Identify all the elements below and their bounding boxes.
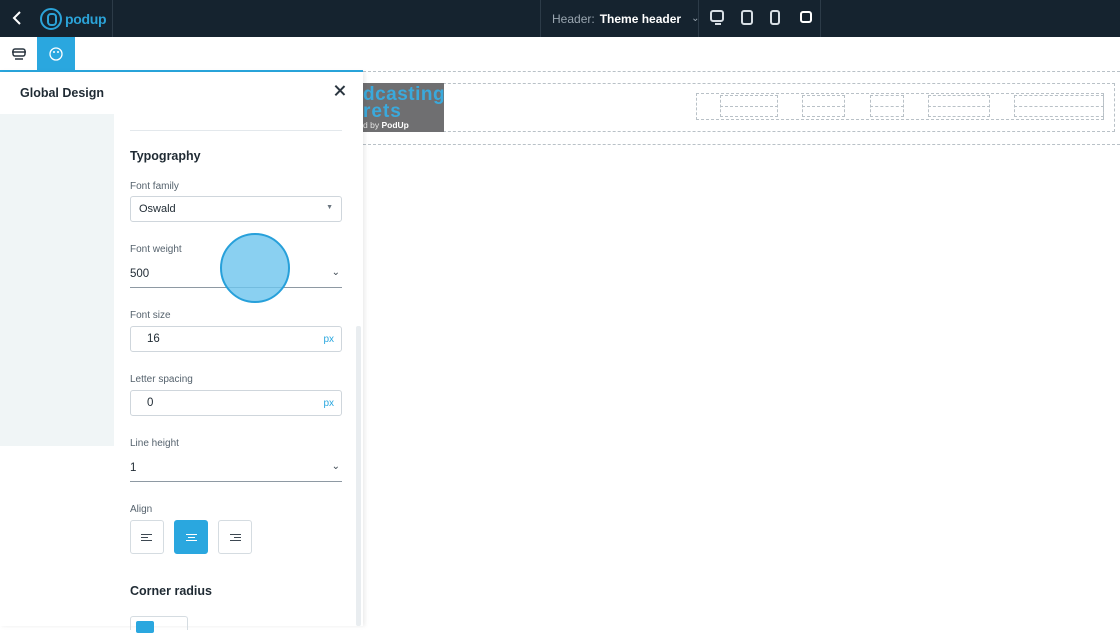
canvas-guide (928, 106, 990, 107)
touch-indicator (220, 233, 290, 303)
panel-title: Global Design (20, 86, 105, 100)
brand-tagline: d by PodUp (363, 120, 409, 130)
chevron-down-icon: ⌄ (331, 267, 340, 278)
canvas-guide (363, 71, 1120, 72)
divider (820, 0, 821, 37)
letter-spacing-input[interactable]: 0 px (130, 390, 342, 416)
font-family-label: Font family (130, 181, 179, 192)
canvas-guide (1014, 106, 1104, 107)
font-size-input[interactable]: 16 px (130, 326, 342, 352)
align-label: Align (130, 504, 153, 515)
podup-logo-icon (40, 8, 62, 30)
divider (130, 130, 342, 131)
letter-spacing-value: 0 (147, 397, 154, 409)
align-center-button[interactable] (174, 520, 208, 554)
font-family-value: Oswald (139, 203, 176, 215)
podup-logo[interactable]: podup (40, 6, 107, 32)
corner-radius-toggle[interactable] (136, 621, 154, 633)
canvas-guide (802, 106, 845, 107)
line-height-label: Line height (130, 438, 179, 449)
panel-sidebar (0, 114, 114, 446)
desktop-icon[interactable] (710, 10, 724, 25)
brand-logo-image[interactable]: dcasting rets d by PodUp (363, 83, 444, 132)
mobile-icon[interactable] (770, 10, 780, 25)
canvas-guide (720, 106, 778, 107)
back-button[interactable] (6, 6, 28, 30)
logo-text: podup (65, 11, 107, 27)
palette-icon (49, 47, 63, 61)
layers-icon (11, 48, 26, 60)
font-weight-value: 500 (130, 268, 150, 280)
letter-spacing-unit: px (323, 398, 334, 409)
header-selector-value: Theme header (599, 11, 682, 26)
align-left-icon (141, 533, 152, 535)
font-family-select[interactable]: Oswald ▼ (130, 196, 342, 222)
font-size-value: 16 (147, 333, 160, 345)
tablet-icon[interactable] (741, 10, 753, 25)
global-design-button[interactable] (37, 37, 75, 71)
caret-down-icon: ▼ (326, 204, 333, 211)
layers-button[interactable] (0, 37, 37, 71)
divider (540, 0, 541, 37)
line-height-select[interactable]: 1 ⌄ (130, 456, 342, 482)
align-right-button[interactable] (218, 520, 252, 554)
panel-scrollbar[interactable] (356, 326, 361, 626)
header-selector[interactable]: Header: Theme header ⌄ (552, 0, 699, 37)
typography-title: Typography (130, 149, 201, 163)
corner-radius-control[interactable] (130, 616, 188, 633)
chevron-left-icon (12, 11, 21, 25)
font-weight-label: Font weight (130, 244, 182, 255)
font-size-label: Font size (130, 310, 171, 321)
header-selector-label: Header: (552, 11, 595, 26)
line-height-value: 1 (130, 462, 137, 474)
align-left-button[interactable] (130, 520, 164, 554)
divider (698, 0, 699, 37)
letter-spacing-label: Letter spacing (130, 374, 193, 385)
align-right-icon (230, 533, 241, 535)
canvas-guide (363, 144, 1120, 145)
close-icon[interactable] (333, 84, 347, 98)
global-design-panel: Global Design Typography Font family Osw… (0, 72, 363, 626)
font-size-unit: px (323, 334, 334, 345)
fullscreen-icon[interactable] (800, 11, 812, 23)
align-center-icon (185, 533, 197, 535)
divider (112, 0, 113, 37)
chevron-down-icon: ⌄ (331, 461, 340, 472)
top-bar: podup Header: Theme header ⌄ (0, 0, 1120, 37)
corner-radius-title: Corner radius (130, 584, 212, 598)
canvas-guide (870, 106, 904, 107)
